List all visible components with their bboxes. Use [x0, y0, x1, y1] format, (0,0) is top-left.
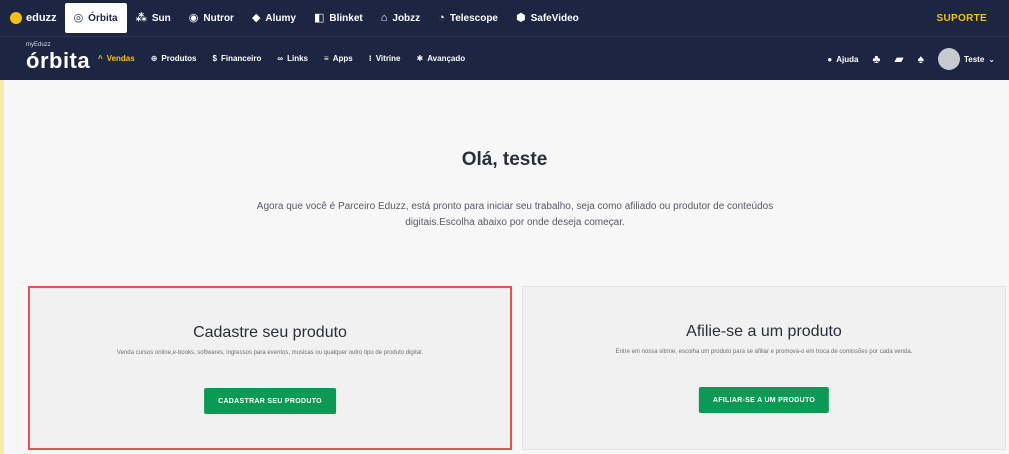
nav-financeiro-label: Financeiro [220, 54, 262, 63]
affiliate-card-title: Afilie-se a um produto [686, 323, 842, 340]
nutror-icon: ◉ [188, 11, 199, 24]
producer-card-title: Cadastre seu produto [193, 324, 347, 341]
nav-vitrine[interactable]: ⁝ Vitrine [361, 37, 409, 81]
affiliate-card-description: Entre em nossa vitrine, escolha um produ… [615, 349, 913, 355]
tab-alumy-label: Alumy [265, 12, 296, 24]
blinket-icon: ◧ [313, 11, 325, 24]
vitrine-icon: ⁝ [368, 54, 372, 63]
nav-avancado-label: Avançado [427, 54, 466, 63]
tab-jobzz-label: Jobzz [392, 12, 421, 24]
jobzz-icon: ⌂ [380, 11, 388, 24]
user-menu[interactable]: Teste ⌄ [937, 48, 995, 70]
tab-telescope-label: Telescope [449, 12, 498, 24]
navbar-right-tools: ● Ajuda ♣ ▰ ♠ Teste ⌄ [827, 37, 995, 81]
safevideo-icon: ⬢ [516, 11, 526, 24]
nav-links-label: Links [287, 54, 309, 63]
product-switcher-bar: eduzz ◎ Órbita ⁂ Sun ◉ Nutror ◆ Alumy ◧ … [0, 0, 1009, 36]
eduzz-logo-icon [10, 12, 22, 24]
apps-icon: ≡ [324, 54, 329, 63]
intro-text: Agora que você é Parceiro Eduzz, está pr… [256, 201, 774, 228]
advanced-icon: ✱ [416, 54, 424, 63]
affiliate-product-button[interactable]: AFILIAR-SE A UM PRODUTO [698, 387, 830, 413]
orbita-brand-logo[interactable]: myEduzz órbita [0, 37, 90, 81]
chevron-down-icon: ⌄ [988, 54, 995, 64]
tab-sun[interactable]: ⁂ Sun [127, 0, 180, 36]
tab-orbita[interactable]: ◎ Órbita [64, 3, 127, 33]
tab-nutror[interactable]: ◉ Nutror [180, 0, 243, 36]
nav-produtos-label: Produtos [161, 54, 197, 63]
affiliate-card: Afilie-se a um produto Entre em nossa vi… [522, 286, 1006, 450]
support-link[interactable]: SUPORTE [937, 0, 987, 36]
products-icon: ⊕ [150, 54, 158, 63]
producer-card-description: Venda cursos online,e-books, softwares, … [116, 350, 424, 356]
chevron-icon: ^ [98, 54, 103, 63]
sun-icon: ⁂ [135, 11, 147, 24]
avatar [937, 48, 960, 70]
telescope-icon: ◔ [438, 11, 445, 24]
tab-nutror-label: Nutror [203, 12, 234, 24]
nav-vendas-label: Vendas [106, 54, 135, 63]
nav-financeiro[interactable]: $ Financeiro [205, 37, 270, 81]
tab-blinket[interactable]: ◧ Blinket [305, 0, 372, 36]
page-title: Olá, teste [461, 149, 548, 170]
users-icon[interactable]: ♣ [873, 52, 881, 66]
chat-icon[interactable]: ▰ [894, 52, 903, 66]
tab-telescope[interactable]: ◔ Telescope [429, 0, 507, 36]
tab-alumy[interactable]: ◆ Alumy [243, 0, 305, 36]
tab-jobzz[interactable]: ⌂ Jobzz [372, 0, 429, 36]
register-product-button[interactable]: CADASTRAR SEU PRODUTO [204, 388, 336, 414]
nav-vendas[interactable]: ^ Vendas [90, 37, 143, 81]
producer-card: Cadastre seu produto Venda cursos online… [28, 286, 512, 450]
tab-safevideo-label: SafeVideo [530, 12, 579, 24]
main-navbar: myEduzz órbita ^ Vendas ⊕ Produtos $ Fin… [0, 36, 1009, 80]
nav-avancado[interactable]: ✱ Avançado [408, 37, 473, 81]
nav-links[interactable]: ∞ Links [269, 37, 316, 81]
tab-sun-label: Sun [151, 12, 171, 24]
bell-icon[interactable]: ♠ [918, 52, 924, 66]
alumy-icon: ◆ [251, 11, 261, 24]
nav-apps-label: Apps [332, 54, 353, 63]
help-label: Ajuda [836, 54, 859, 64]
tab-safevideo[interactable]: ⬢ SafeVideo [507, 0, 588, 36]
help-link[interactable]: ● Ajuda [827, 55, 858, 64]
eduzz-logo[interactable]: eduzz [4, 12, 65, 24]
eduzz-logo-label: eduzz [26, 12, 57, 24]
nav-vitrine-label: Vitrine [375, 54, 401, 63]
finance-icon: $ [212, 54, 217, 63]
nav-apps[interactable]: ≡ Apps [316, 37, 361, 81]
brand-title: órbita [26, 47, 91, 73]
help-icon: ● [827, 54, 833, 64]
orbita-icon: ◎ [73, 11, 84, 24]
nav-produtos[interactable]: ⊕ Produtos [143, 37, 205, 81]
tab-orbita-label: Órbita [88, 12, 118, 24]
links-icon: ∞ [277, 54, 284, 63]
tab-blinket-label: Blinket [329, 12, 363, 24]
user-name: Teste [963, 54, 985, 64]
